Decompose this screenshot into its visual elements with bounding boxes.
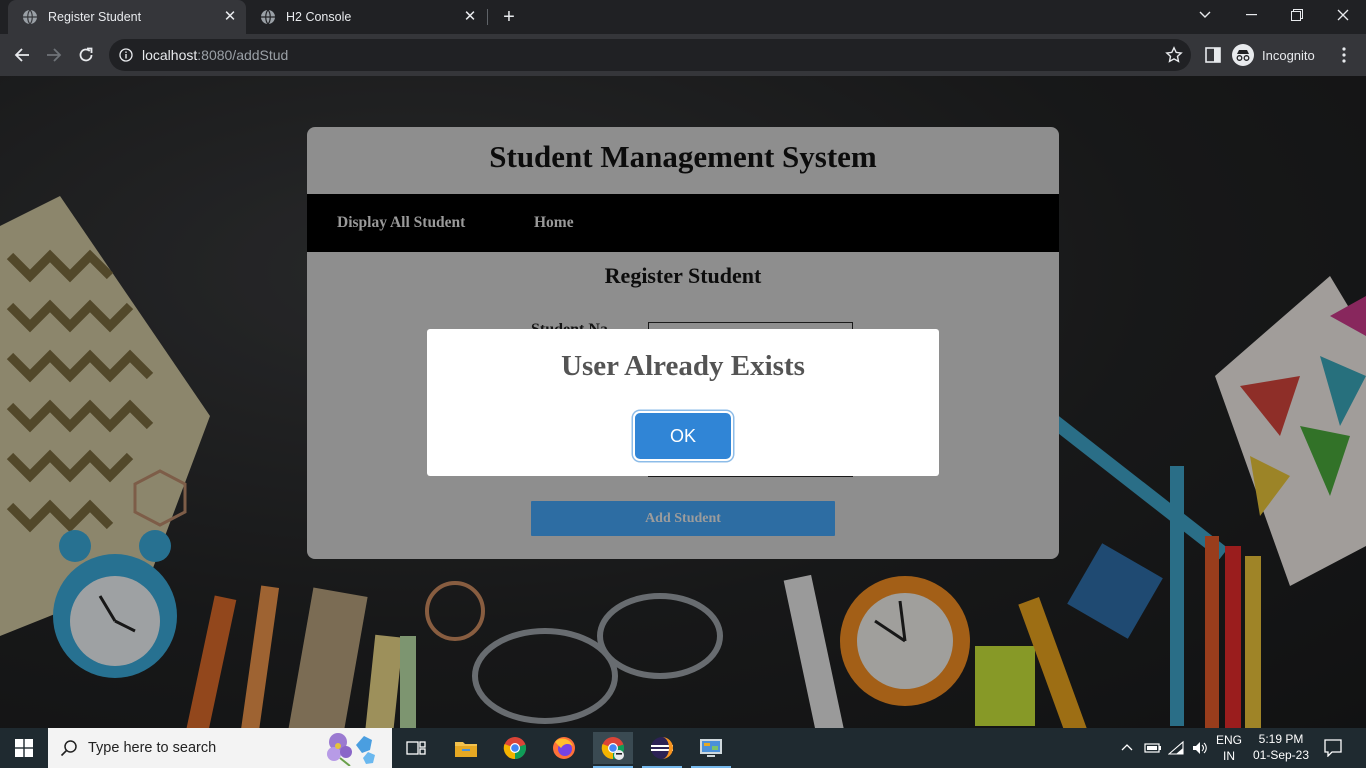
page-title: Student Management System (489, 139, 877, 174)
back-button[interactable] (9, 42, 35, 68)
forward-button[interactable] (41, 42, 67, 68)
taskbar-search-box[interactable]: Type here to search (48, 728, 392, 768)
close-window-button[interactable] (1320, 0, 1366, 30)
volume-icon[interactable] (1191, 740, 1209, 756)
folder-icon (455, 742, 477, 757)
chrome-icon (503, 737, 527, 760)
input-language-indicator[interactable]: ENG IN (1212, 732, 1246, 764)
search-icon (60, 740, 77, 757)
arrow-left-icon (14, 48, 29, 62)
minimize-button[interactable] (1228, 0, 1274, 30)
tab-title: H2 Console (286, 10, 352, 24)
clock-date: 01-Sep-23 (1252, 748, 1310, 762)
reload-button[interactable] (73, 42, 99, 68)
tab-search-button[interactable] (1182, 0, 1228, 30)
page-viewport: Student Management System Display All St… (0, 76, 1366, 728)
search-highlight-flower-icon (327, 733, 375, 766)
firefox-icon (553, 737, 575, 759)
nav-link-home[interactable]: Home (534, 214, 574, 232)
chrome-button[interactable] (495, 732, 535, 764)
control-panel-icon (700, 739, 722, 757)
incognito-profile-button[interactable]: Incognito (1232, 41, 1315, 69)
site-info-icon[interactable] (119, 48, 133, 62)
url-host: localhost (142, 47, 198, 63)
chrome-incognito-button[interactable] (593, 732, 633, 764)
windows-taskbar: Type here to search ENG IN 5:19 PM 01-Se… (0, 728, 1366, 768)
search-placeholder: Type here to search (88, 740, 217, 756)
notifications-icon[interactable] (1324, 739, 1342, 757)
chevron-down-icon (1199, 11, 1211, 18)
browser-toolbar: localhost:8080/addStud Incognito (0, 34, 1366, 76)
chrome-incognito-icon (601, 737, 625, 760)
firefox-button[interactable] (544, 732, 584, 764)
url-text: localhost:8080/addStud (142, 47, 288, 63)
side-panel-icon[interactable] (1204, 46, 1222, 64)
file-explorer-button[interactable] (446, 732, 486, 764)
profile-label: Incognito (1262, 47, 1315, 63)
restore-button[interactable] (1274, 0, 1320, 30)
arrow-right-icon (47, 48, 62, 62)
new-tab-button[interactable]: + (498, 6, 520, 28)
eclipse-icon (651, 737, 673, 759)
close-icon (1337, 9, 1349, 21)
control-panel-button[interactable] (691, 732, 731, 764)
globe-icon (261, 9, 275, 25)
battery-icon[interactable] (1144, 741, 1162, 755)
task-view-icon (406, 741, 426, 755)
clock[interactable]: 5:19 PM 01-Sep-23 (1248, 731, 1314, 763)
tab-strip: Register Student ✕ H2 Console ✕ + (0, 0, 1366, 34)
task-view-button[interactable] (396, 732, 436, 764)
close-tab-icon[interactable]: ✕ (222, 9, 238, 25)
eclipse-button[interactable] (642, 732, 682, 764)
language-text: ENG (1215, 733, 1242, 747)
form-title: Register Student (604, 263, 762, 288)
reload-icon (79, 47, 93, 62)
region-text: IN (1223, 749, 1235, 763)
more-options-icon[interactable] (1336, 46, 1352, 64)
tab-h2-console[interactable]: H2 Console ✕ (246, 0, 486, 34)
address-bar[interactable]: localhost:8080/addStud (109, 39, 1191, 71)
clock-time: 5:19 PM (1258, 732, 1304, 746)
alert-message: User Already Exists (561, 350, 805, 382)
globe-icon (23, 9, 37, 25)
wifi-icon[interactable] (1168, 740, 1186, 756)
tab-register-student[interactable]: Register Student ✕ (8, 0, 246, 34)
restore-icon (1291, 9, 1303, 21)
alert-dialog: User Already Exists OK (427, 329, 939, 476)
close-tab-icon[interactable]: ✕ (462, 9, 478, 25)
tab-divider (487, 9, 488, 25)
incognito-icon (1232, 44, 1254, 66)
tab-title: Register Student (48, 10, 142, 24)
nav-link-display-all-student[interactable]: Display All Student (337, 214, 465, 232)
windows-logo-icon (15, 739, 33, 757)
add-student-button[interactable]: Add Student (531, 501, 835, 536)
url-path: :8080/addStud (197, 47, 289, 63)
bookmark-star-icon[interactable] (1165, 46, 1183, 64)
show-hidden-icons-chevron-icon[interactable] (1121, 743, 1133, 751)
minimize-icon (1245, 14, 1257, 16)
start-button[interactable] (0, 728, 48, 768)
ok-button[interactable]: OK (635, 413, 731, 459)
nav-bar: Display All Student Home (307, 194, 1059, 252)
